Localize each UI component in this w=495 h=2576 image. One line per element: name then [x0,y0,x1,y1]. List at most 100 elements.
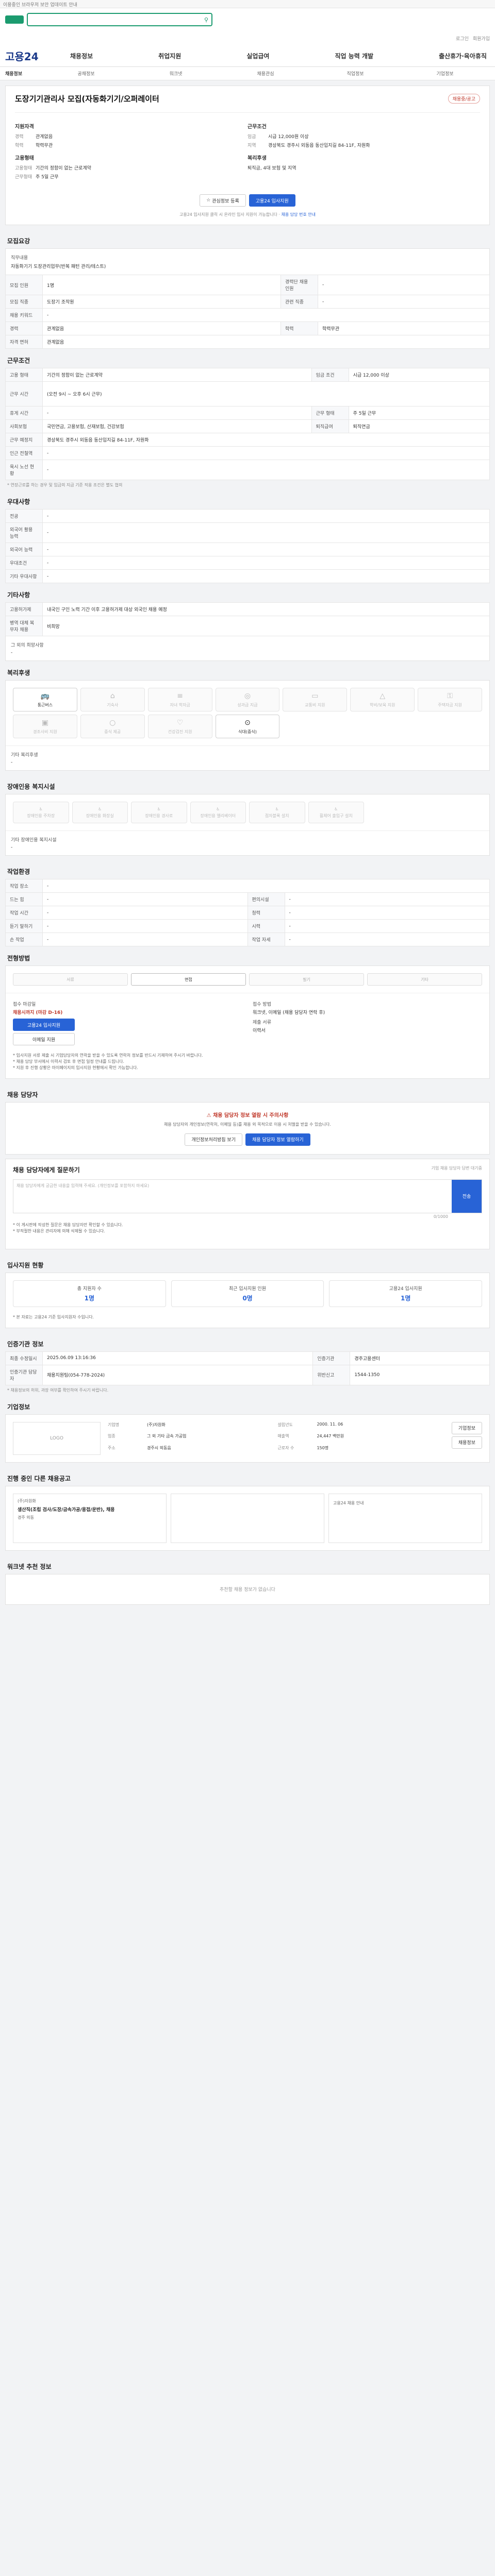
process-card: 서류 면접 필기 기타 접수 마감일 채용시까지 (마감 D-16) 고용24 입사지… [5,965,490,1079]
brand[interactable]: 고용24 [5,48,67,63]
accessibility-icon: ♿ [275,806,279,811]
section-title: 전형방법 [7,955,30,962]
notice-bar: 이용중인 브라우저 보안 업데이트 안내 [0,0,495,8]
cell-value: 1544-1350 [350,1364,490,1385]
etc-key: 그 외의 희망사항 [11,643,44,648]
section-title: 작업환경 [7,868,30,875]
summary-heading: 고용형태 [15,156,34,161]
work-note: * 연장근로를 하는 경우 및 임금의 지급 기준 적용 조건은 별도 협의 [7,483,123,487]
nav-item-training[interactable]: 직업 능력 개발 [332,52,376,60]
facility-label: 휠체어 출입구 설치 [319,813,353,818]
cell-value: 경상북도 경주시 외동읍 동산입지길 84-11F, 자원화 [42,433,490,447]
facility-item: ♿ 점자블록 설치 [249,802,305,823]
cell-value: 채용지원팀(054-778-2024) [42,1364,314,1385]
facility-item: ♿ 장애인용 경사로 [131,802,187,823]
cell-value: - [318,295,490,309]
stat-value: 0명 [242,1294,253,1302]
facility-label: 장애인용 화장실 [86,813,114,818]
apply-button[interactable]: 고용24 입사지원 [249,194,295,207]
related-job-card[interactable] [171,1493,324,1543]
company-value: (주)자원화 [147,1422,166,1427]
nav-item-leave[interactable]: 출산휴가·육아휴직 [436,52,490,60]
scrap-button[interactable]: ☆ 관심정보 등록 [200,194,246,207]
accessibility-icon: ♿ [157,806,161,811]
related-job-card[interactable]: (주)자원화 생산직(조립 검사/도장/금속가공/용접/운반), 채용 경주 외동 [13,1493,167,1543]
summary-key: 근무형태 [15,175,32,180]
cell-key: 청력 [247,906,285,920]
question-header: 채용 담당자에게 질문하기 기업 채용 담당자 답변 대기중 [6,1159,489,1174]
login-link[interactable]: 로그인 [456,35,469,42]
cell-value: - [42,892,248,906]
cell-value: - [42,460,490,480]
welfare-label: 주택자금 지원 [438,702,462,707]
summary-key: 경력 [15,134,24,140]
summary-key: 고용형태 [15,166,32,171]
sub-nav-item[interactable]: 워크넷 [131,70,221,77]
ticket-icon: ▭ [311,691,319,700]
welfare-label: 기숙사 [107,702,119,707]
cell-key: 위반신고 [312,1364,351,1385]
notice-link[interactable]: 채용 담당 번호 안내 [282,212,316,217]
welfare-etc: 기타 복리후생 - [6,745,489,770]
status-badge: 채용중/공고 [448,94,480,104]
summary-key: 지역 [248,143,256,148]
question-input[interactable]: 채용 담당자에게 궁금한 내용을 입력해 주세요. (개인정보를 포함하지 마세… [13,1180,452,1213]
sub-nav-item[interactable]: 공채정보 [41,70,131,77]
disab-card: ♿ 장애인용 주차장 ♿ 장애인용 화장실 ♿ 장애인용 경사로 ♿ 장애인용 엘리베이터 ♿ 점… [5,794,490,856]
cell-key: 사회보험 [5,419,43,433]
job-title: 도장기기관리사 모집(자동화기기/오퍼레이터 [15,94,159,104]
search-input[interactable]: ⚲ [27,13,212,26]
alert-icon: ⚠ [206,1113,213,1118]
cell-value: - [42,509,490,523]
signup-link[interactable]: 회원가입 [473,35,490,42]
sub-nav-item[interactable]: 채용정보 [5,70,41,77]
cell-key: 모집 인원 [5,275,43,295]
empty-recommend: 추천할 채용 정보가 없습니다 [5,1573,490,1605]
cell-key: 육시 노선 현황 [5,460,43,480]
company-jobs-button[interactable]: 채용정보 [451,1436,482,1449]
process-step: 서류 [13,973,128,986]
sub-nav-item[interactable]: 기업정보 [400,70,490,77]
nav-item-benefit[interactable]: 실업급여 [243,52,272,60]
etc-box: 그 외의 희망사항 - [5,636,490,661]
summary-heading: 지원자격 [15,124,34,130]
key-icon: ⚿ [447,691,453,700]
sub-nav-item[interactable]: 직업정보 [310,70,400,77]
welfare-card: 🚌 통근버스 ⌂ 기숙사 ≡ 자녀 학자금 ◎ 성과급 지급 ▭ 교통비 지원 △ 학비/보육 지원 ⚿… [5,680,490,771]
related-job-card[interactable]: 고용24 채용 안내 [328,1493,482,1543]
cell-value: 2025.06.09 13:16:36 [42,1351,314,1365]
heart-icon: ♡ [176,718,184,727]
gift-icon: ▣ [41,718,49,727]
company-value: 경주시 외동읍 [147,1446,171,1451]
summary-value: 주 5일 근무 [36,175,59,180]
company-value: 2000. 11. 06 [317,1421,343,1427]
section-title: 진행 중인 다른 채용공고 [7,1475,71,1482]
cell-key: 시력 [247,919,285,933]
logo[interactable] [5,15,24,24]
cell-value: - [42,906,248,920]
stat-value: 1명 [84,1294,95,1302]
search-icon[interactable]: ⚲ [204,16,208,23]
welfare-label: 성과급 지급 [237,702,258,707]
cell-value: - [42,406,312,420]
sub-nav-item[interactable]: 채용관심 [221,70,310,77]
cell-key: 휴게 시간 [5,406,43,420]
privacy-button[interactable]: 개인정보처리방침 보기 [185,1133,242,1146]
nav-item-support[interactable]: 취업지원 [155,52,184,60]
apply-button-2[interactable]: 고용24 입사지원 [13,1019,75,1031]
disab-etc-key: 기타 장애인용 복지시설 [11,838,57,843]
cell-value: 경주고용센터 [350,1351,490,1365]
stats-note: * 본 자료는 고용24 기준 입사지원자 수입니다. [13,1314,94,1319]
company-value: 24,447 백만원 [317,1434,344,1439]
show-manager-button[interactable]: 채용 담당자 정보 열람하기 [245,1133,310,1146]
nav-item-jobs[interactable]: 채용정보 [67,52,96,60]
company-key: 기업명 [108,1422,120,1427]
cell-key: 전공 [5,509,43,523]
main-nav: 고용24 채용정보 취업지원 실업급여 직업 능력 개발 출산휴가·육아휴직 [0,45,495,67]
cell-key: 외국어 활용 능력 [5,522,43,543]
send-button[interactable]: 전송 [452,1179,482,1213]
email-apply-button[interactable]: 이메일 지원 [13,1033,75,1045]
company-info-button[interactable]: 기업정보 [451,1421,482,1434]
welfare-item: ⊙ 식대(중식) [215,715,280,738]
deadline-key: 접수 마감일 [13,1002,36,1007]
